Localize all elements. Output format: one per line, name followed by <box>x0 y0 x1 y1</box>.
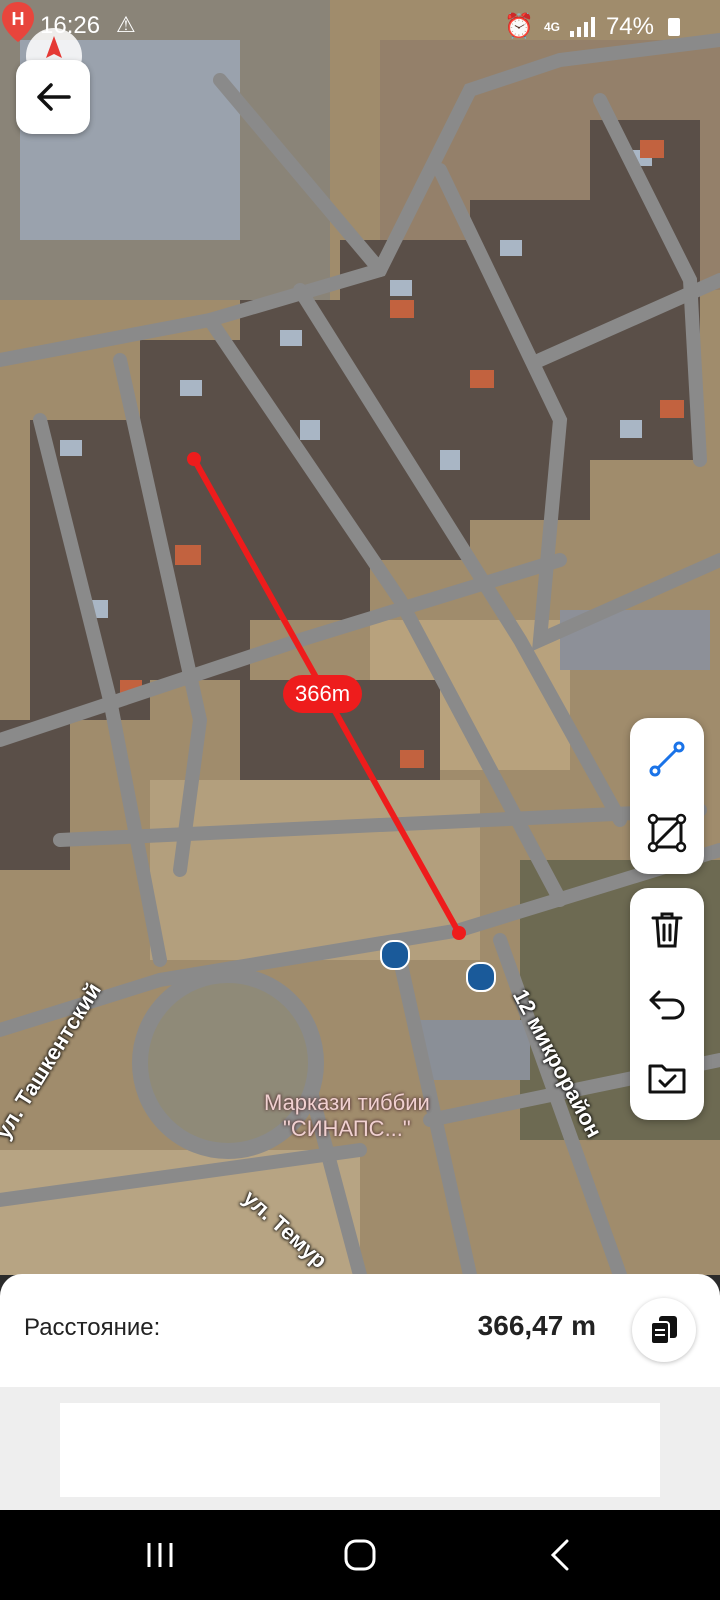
battery-percent: 74% <box>605 12 654 40</box>
distance-label: Расстояние: <box>24 1314 161 1341</box>
recents-button[interactable] <box>100 1510 220 1600</box>
measure-end-point <box>452 926 466 940</box>
back-nav-button[interactable] <box>500 1510 620 1600</box>
line-tool-icon <box>649 741 685 777</box>
chevron-left-icon <box>550 1539 569 1571</box>
measure-start-point <box>187 452 201 466</box>
delete-button[interactable] <box>630 893 704 967</box>
warning-icon: ⚠ <box>116 12 136 37</box>
area-measure-button[interactable] <box>630 796 704 870</box>
save-button[interactable] <box>630 1041 704 1115</box>
arrow-left-icon <box>37 83 71 111</box>
bus-stop-icon[interactable] <box>466 962 496 992</box>
poi-name-line1: Маркази тиббии <box>264 1090 430 1115</box>
map-imagery <box>0 0 720 1275</box>
status-bar: 16:26 ⚠ ⏰ 4G 74% <box>0 0 720 52</box>
distance-value: 366,47 m <box>477 1310 596 1341</box>
poi-label[interactable]: Маркази тиббии "СИНАПС..." <box>264 1090 430 1142</box>
line-measure-button[interactable] <box>630 722 704 796</box>
battery-icon <box>668 17 680 36</box>
signal-icon <box>569 16 595 37</box>
trash-icon <box>651 912 683 948</box>
ad-area <box>0 1387 720 1510</box>
edit-toolbar <box>630 888 704 1120</box>
undo-icon <box>649 990 685 1020</box>
home-icon <box>344 1539 376 1571</box>
alarm-icon: ⏰ <box>504 13 534 40</box>
folder-check-icon <box>648 1064 686 1094</box>
back-button[interactable] <box>16 60 90 134</box>
measure-mode-toolbar <box>630 718 704 874</box>
poi-name-line2: "СИНАПС..." <box>283 1116 411 1141</box>
undo-button[interactable] <box>630 967 704 1041</box>
home-button[interactable] <box>300 1510 420 1600</box>
distance-result-panel: Расстояние: 366,47 m <box>0 1274 720 1387</box>
polygon-tool-icon <box>647 813 687 853</box>
network-type: 4G <box>543 19 560 34</box>
ad-banner[interactable] <box>60 1403 660 1497</box>
recents-icon <box>147 1543 173 1567</box>
system-nav-bar <box>0 1510 720 1600</box>
measure-distance-label: 366m <box>283 675 363 713</box>
copy-icon <box>650 1316 677 1345</box>
copy-button[interactable] <box>632 1298 696 1362</box>
bus-stop-icon[interactable] <box>380 940 410 970</box>
satellite-map[interactable]: 366m Маркази тиббии "СИНАПС..." H ул. Та… <box>0 0 720 1275</box>
